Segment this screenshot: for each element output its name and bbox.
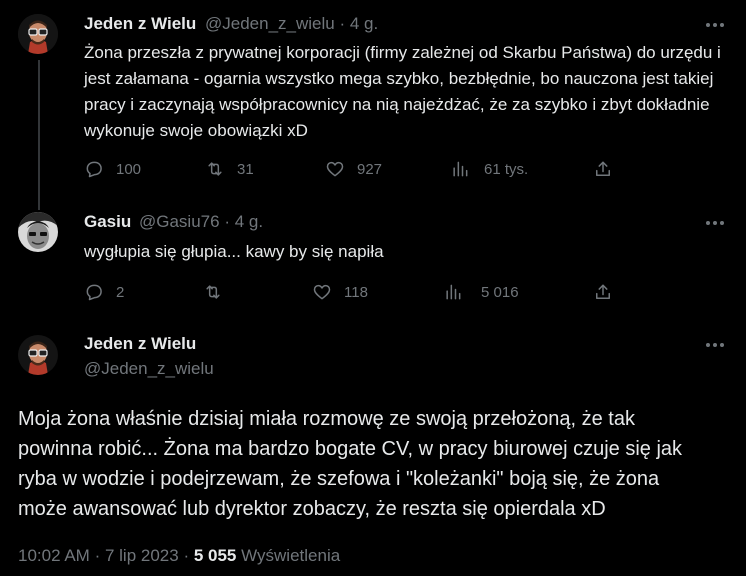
reply-icon — [86, 161, 102, 178]
tweet-age[interactable]: 4 g. — [350, 14, 378, 33]
retweet-button[interactable] — [203, 282, 223, 302]
share-icon — [596, 284, 610, 299]
views-button[interactable]: 5 016 — [443, 282, 519, 302]
meta-separator: · — [183, 546, 190, 565]
like-count: 927 — [357, 160, 383, 178]
retweet-icon — [206, 285, 220, 299]
reply-icon — [86, 284, 102, 301]
more-options-button[interactable] — [703, 13, 727, 37]
reply-button[interactable]: 2 — [84, 282, 124, 302]
author-handle[interactable]: @Jeden_z_wielu — [84, 359, 214, 379]
more-icon — [706, 343, 710, 347]
author-name[interactable]: Jeden z Wielu — [84, 14, 196, 34]
views-count: 61 tys. — [484, 160, 529, 178]
tweet-meta: @Jeden_z_wielu · 4 g. — [205, 14, 378, 34]
author-handle[interactable]: @Jeden_z_wielu — [205, 14, 335, 33]
tweet-time[interactable]: 10:02 AM — [18, 546, 90, 565]
like-button[interactable]: 927 — [325, 159, 382, 179]
meta-separator: · — [339, 14, 346, 33]
views-icon — [453, 161, 468, 177]
meta-separator: · — [94, 546, 101, 565]
avatar[interactable] — [18, 14, 58, 54]
views-total: 5 055 — [193, 546, 237, 565]
retweet-icon — [208, 162, 222, 176]
thread-line — [38, 60, 40, 210]
retweet-count: 31 — [237, 160, 254, 178]
views-label: Wyświetlenia — [241, 546, 341, 565]
like-count: 118 — [344, 283, 368, 301]
meta-separator: · — [224, 212, 230, 231]
tweet-meta: @Gasiu76 · 4 g. — [139, 212, 263, 232]
reply-count: 2 — [116, 283, 125, 301]
more-options-button[interactable] — [703, 211, 727, 235]
avatar[interactable] — [18, 335, 58, 375]
author-name[interactable]: Jeden z Wielu — [84, 334, 196, 354]
views-button[interactable]: 61 tys. — [450, 159, 528, 179]
reply-button[interactable]: 100 — [84, 159, 141, 179]
like-button[interactable]: 118 — [312, 282, 368, 302]
tweet-timestamp-row: 10:02 AM · 7 lip 2023 · 5 055 Wyświetlen… — [18, 546, 340, 566]
views-icon — [446, 284, 461, 300]
views-count: 5 016 — [481, 283, 519, 301]
more-icon — [706, 23, 710, 27]
like-icon — [313, 284, 331, 300]
tweet-age[interactable]: 4 g. — [235, 212, 263, 231]
reply-count: 100 — [116, 160, 142, 178]
share-button[interactable] — [593, 282, 613, 302]
avatar[interactable] — [18, 212, 58, 252]
author-name[interactable]: Gasiu — [84, 212, 131, 232]
tweet-date[interactable]: 7 lip 2023 — [105, 546, 179, 565]
main-tweet-text: Moja żona właśnie dzisiaj miała rozmowę … — [18, 408, 683, 520]
tweet-text: wygłupia się głupia... kawy by się napił… — [84, 242, 384, 261]
tweet-text: Żona przeszła z prywatnej korporacji (fi… — [84, 43, 721, 140]
share-button[interactable] — [593, 159, 613, 179]
share-icon — [596, 161, 610, 176]
author-handle[interactable]: @Gasiu76 — [139, 212, 220, 231]
more-icon — [706, 221, 710, 225]
more-options-button[interactable] — [703, 333, 727, 357]
retweet-button[interactable]: 31 — [205, 159, 254, 179]
like-icon — [326, 161, 344, 177]
